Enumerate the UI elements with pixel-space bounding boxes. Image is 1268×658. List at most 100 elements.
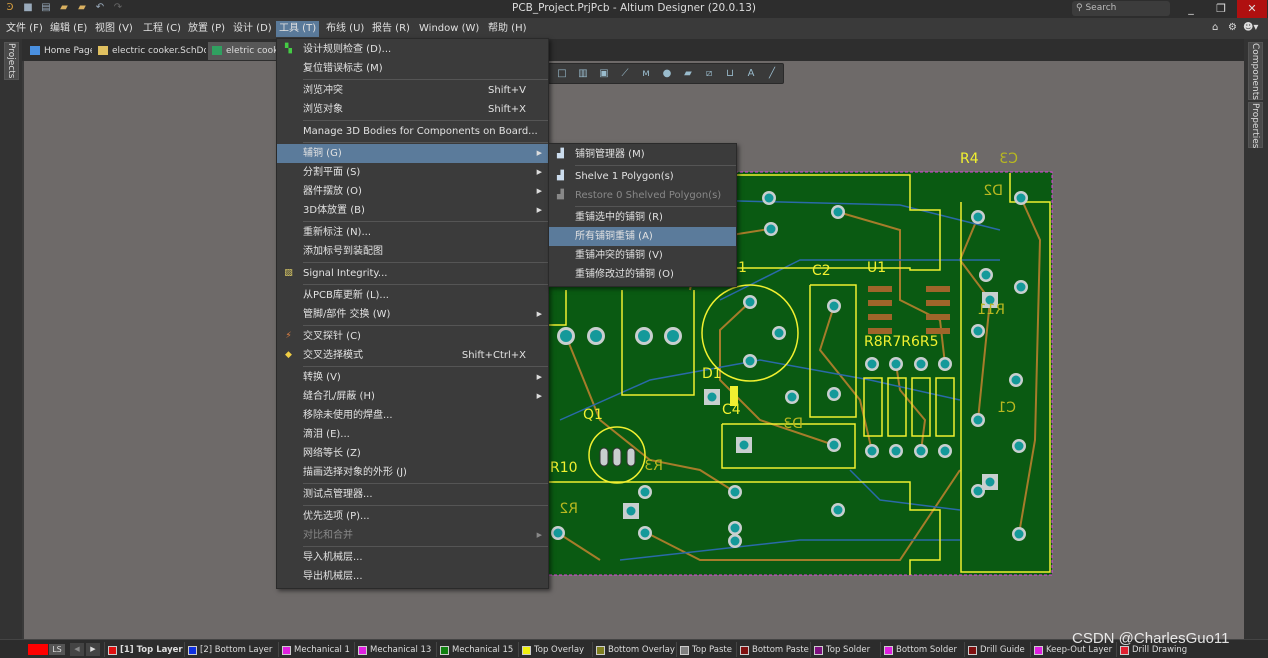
pad-hole	[730, 523, 740, 533]
menu-item-label: 导入机械层...	[303, 552, 363, 563]
interactive-diff-icon[interactable]: ᴍ	[637, 66, 655, 82]
pad-hole	[1014, 529, 1024, 539]
place-component-icon[interactable]: ▥	[574, 66, 592, 82]
layer-tab[interactable]: Bottom Solder	[882, 643, 957, 657]
menu-item[interactable]: ▟ 铺铜管理器 (M)	[549, 145, 736, 164]
layer-set-button[interactable]: LS	[49, 644, 65, 655]
layer-tab[interactable]: Drill Guide	[966, 643, 1025, 657]
layer-tab[interactable]: Bottom Overlay	[594, 643, 675, 657]
menu-item[interactable]: 测试点管理器...	[277, 485, 548, 504]
menu-item[interactable]: 重新标注 (N)...	[277, 223, 548, 242]
component-designator: C4	[722, 402, 741, 418]
layer-tab[interactable]: Bottom Paste	[738, 643, 809, 657]
component-designator: R8R7R6R5	[864, 334, 939, 350]
component-designator: R10	[550, 460, 578, 476]
layer-tab-label: Bottom Overlay	[608, 645, 675, 655]
layer-tab[interactable]: [1] Top Layer	[106, 643, 183, 657]
menu-item[interactable]: 描画选择对象的外形 (J)	[277, 463, 548, 482]
text-icon[interactable]: A	[742, 66, 760, 82]
menu-item[interactable]: Manage 3D Bodies for Components on Board…	[277, 122, 548, 141]
menu-separator	[303, 546, 548, 547]
menu-item[interactable]: 分割平面 (S) ▶	[277, 163, 548, 182]
component-designator: C1	[997, 400, 1016, 416]
layer-divider	[104, 642, 105, 657]
menu-item-shortcut: Shift+V	[488, 85, 526, 96]
menu-item-label: 转换 (V)	[303, 372, 341, 383]
menu-item[interactable]: 添加标号到装配图	[277, 242, 548, 261]
menu-item[interactable]: ⚡ 交叉探针 (C)	[277, 327, 548, 346]
watermark: CSDN @CharlesGuo11	[1072, 630, 1230, 647]
layer-color-swatch	[884, 646, 893, 655]
layer-tab[interactable]: Mechanical 1	[280, 643, 350, 657]
layer-divider	[676, 642, 677, 657]
pad-hole	[764, 193, 774, 203]
menu-item[interactable]: 所有铺铜重铺 (A)	[549, 227, 736, 246]
layer-tab-label: Mechanical 1	[294, 645, 350, 655]
dimension-icon[interactable]: ⊔	[721, 66, 739, 82]
pad-hole	[560, 330, 572, 342]
current-layer-color[interactable]	[28, 644, 48, 655]
layer-tab[interactable]: Mechanical 13	[356, 643, 431, 657]
line-icon[interactable]: ╱	[763, 66, 781, 82]
menu-separator	[575, 165, 736, 166]
menu-item[interactable]: 重铺修改过的铺铜 (O)	[549, 265, 736, 284]
pad-hole	[707, 392, 717, 402]
tools-dropdown-menu: ▚ 设计规则检查 (D)... 复位错误标志 (M) 浏览冲突 Shift+V 浏览对象 S…	[276, 38, 549, 589]
scroll-left-icon[interactable]: ◀	[70, 643, 84, 656]
place-pad-icon[interactable]: ▣	[595, 66, 613, 82]
menu-item[interactable]: 重铺冲突的铺铜 (V)	[549, 246, 736, 265]
menu-item[interactable]: ◆ 交叉选择模式 Shift+Ctrl+X	[277, 346, 548, 365]
component-designator: R4	[960, 151, 979, 167]
pad-hole	[739, 440, 749, 450]
transistor-pad	[599, 447, 609, 467]
menu-item[interactable]: ▨ Signal Integrity...	[277, 264, 548, 283]
menu-item[interactable]: 管脚/部件 交换 (W) ▶	[277, 305, 548, 324]
polygon-icon[interactable]: ▰	[679, 66, 697, 82]
pad-hole	[1011, 375, 1021, 385]
menu-item[interactable]: 浏览冲突 Shift+V	[277, 81, 548, 100]
pcb-canvas[interactable]: R4 C3 D2 C2 U1 R8R7R6R5 D1 C4 Q1 R10 R3 D3 R11 C1 R2 1	[0, 0, 1268, 658]
menu-item-shortcut: Shift+Ctrl+X	[461, 350, 526, 361]
pad-hole	[940, 359, 950, 369]
menu-item-label: 设计规则检查 (D)...	[303, 44, 392, 55]
pad-hole	[891, 359, 901, 369]
layer-tab[interactable]: Top Overlay	[520, 643, 584, 657]
keepout-icon[interactable]: ⧄	[700, 66, 718, 82]
menu-item[interactable]: 转换 (V) ▶	[277, 368, 548, 387]
select-rect-icon[interactable]: □	[553, 66, 571, 82]
route-icon[interactable]: ⟋	[616, 66, 634, 82]
menu-item[interactable]: 导入机械层...	[277, 548, 548, 567]
menu-item[interactable]: 辅铜 (G) ▶	[277, 144, 548, 163]
menu-item[interactable]: 重铺选中的铺铜 (R)	[549, 208, 736, 227]
menu-item[interactable]: 优先选项 (P)...	[277, 507, 548, 526]
signal-integrity-icon: ▨	[284, 268, 293, 278]
menu-item[interactable]: 器件摆放 (O) ▶	[277, 182, 548, 201]
place-via-icon[interactable]: ●	[658, 66, 676, 82]
smd-pad	[926, 300, 950, 306]
menu-item[interactable]: 浏览对象 Shift+X	[277, 100, 548, 119]
submenu-arrow-icon: ▶	[536, 392, 542, 400]
menu-item[interactable]: 移除未使用的焊盘...	[277, 406, 548, 425]
menu-item-label: 浏览对象	[303, 104, 343, 115]
menu-item[interactable]: 复位错误标志 (M)	[277, 59, 548, 78]
menu-item[interactable]: 缝合孔/屏蔽 (H) ▶	[277, 387, 548, 406]
menu-item[interactable]: ▟ Shelve 1 Polygon(s)	[549, 167, 736, 186]
pcb-active-toolbar: □ ▥ ▣ ⟋ ᴍ ● ▰ ⧄ ⊔ A ╱	[548, 63, 784, 84]
layer-tab[interactable]: Top Paste	[678, 643, 732, 657]
pad-hole	[730, 536, 740, 546]
menu-item[interactable]: 滴泪 (E)...	[277, 425, 548, 444]
layer-tab[interactable]: Mechanical 15	[438, 643, 513, 657]
menu-item-shortcut: Shift+X	[488, 104, 526, 115]
menu-item[interactable]: 3D体放置 (B) ▶	[277, 201, 548, 220]
menu-item[interactable]: ▚ 设计规则检查 (D)...	[277, 40, 548, 59]
layer-color-swatch	[596, 646, 605, 655]
pad-hole	[916, 359, 926, 369]
smd-pad	[868, 300, 892, 306]
submenu-arrow-icon: ▶	[536, 373, 542, 381]
menu-item[interactable]: 导出机械层...	[277, 567, 548, 586]
menu-item[interactable]: 网络等长 (Z)	[277, 444, 548, 463]
layer-tab[interactable]: [2] Bottom Layer	[186, 643, 272, 657]
layer-tab[interactable]: Top Solder	[812, 643, 870, 657]
menu-item[interactable]: 从PCB库更新 (L)...	[277, 286, 548, 305]
scroll-right-icon[interactable]: ▶	[86, 643, 100, 656]
